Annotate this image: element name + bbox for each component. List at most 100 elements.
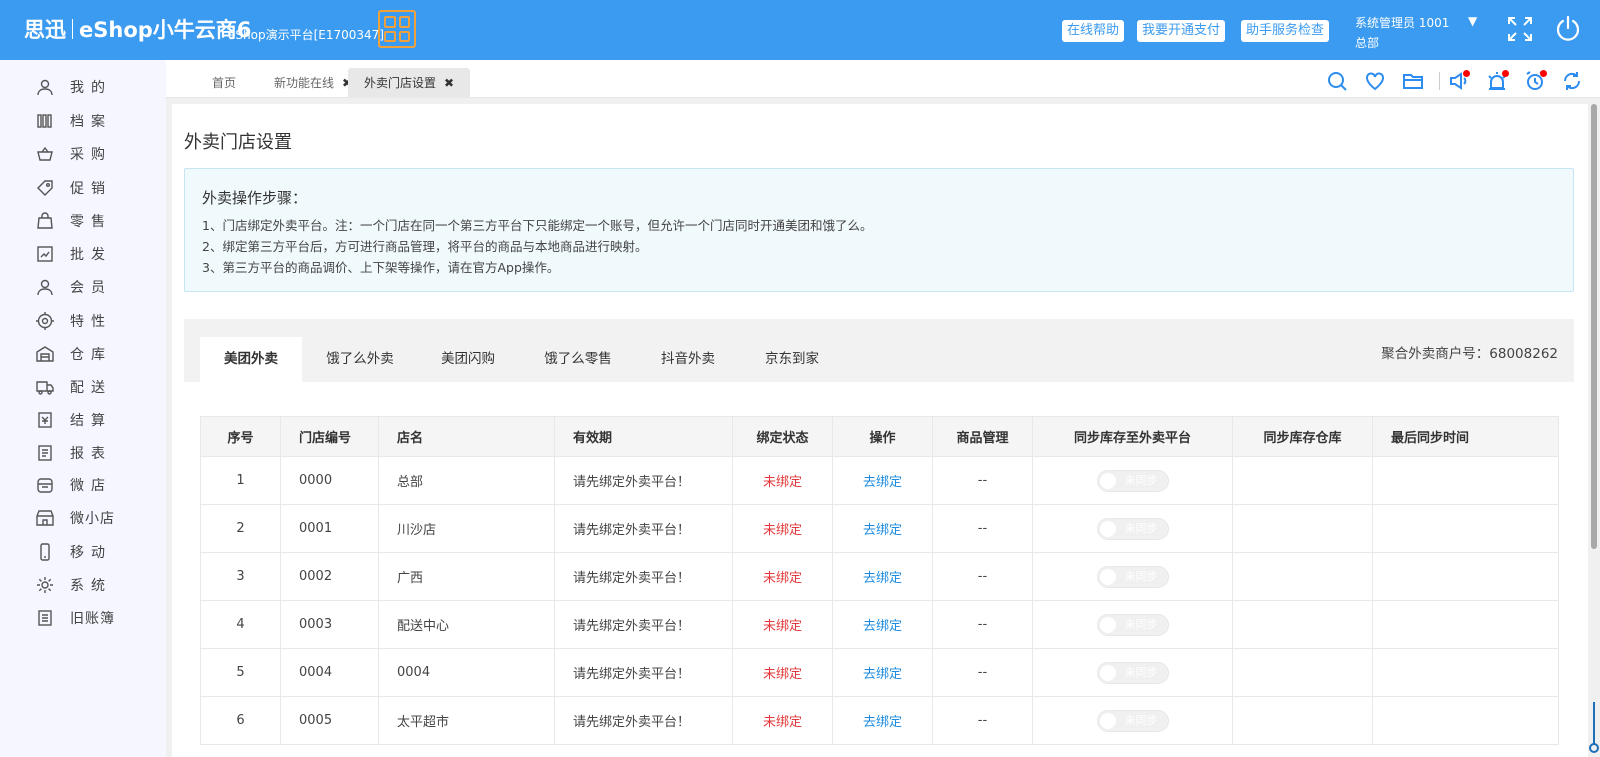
sync-toggle[interactable]: 未同步 — [1096, 709, 1169, 732]
tab-eleme-retail[interactable]: 饿了么零售 — [526, 337, 630, 382]
notice-title: 外卖操作步骤： — [202, 189, 308, 207]
sync-toggle[interactable]: 未同步 — [1096, 613, 1169, 636]
sidebar-item-warehouse[interactable]: 仓库 — [36, 343, 112, 365]
cell-last-sync — [1372, 552, 1559, 601]
column-header[interactable]: 最后同步时间 — [1372, 416, 1559, 457]
column-header[interactable]: 操作 — [832, 416, 933, 457]
power-icon[interactable] — [1553, 14, 1583, 44]
open-payment-button[interactable]: 我要开通支付 — [1137, 20, 1226, 42]
sidebar-item-member[interactable]: 会员 — [36, 276, 112, 298]
sidebar-item-promotion[interactable]: 促销 — [36, 177, 112, 199]
column-header[interactable]: 序号 — [200, 416, 281, 457]
cell-store-code: 0005 — [280, 696, 379, 745]
table-row: 5 0004 0004 请先绑定外卖平台！ 未绑定 去绑定 -- 未同步 — [200, 648, 1559, 697]
search-icon[interactable] — [1326, 70, 1348, 92]
sidebar-item-old-ledger[interactable]: 旧账簿 — [36, 607, 115, 629]
bind-link[interactable]: 去绑定 — [832, 456, 933, 505]
sidebar-item-feature[interactable]: 特性 — [36, 310, 112, 332]
sidebar-item-wholesale[interactable]: 批发 — [36, 243, 112, 265]
takeaway-steps-notice: 外卖操作步骤： 1、门店绑定外卖平台。注：一个门店在同一个第三方平台下只能绑定一… — [184, 168, 1574, 292]
cell-bind-status: 未绑定 — [732, 696, 833, 745]
content-panel: 外卖门店设置 外卖操作步骤： 1、门店绑定外卖平台。注：一个门店在同一个第三方平… — [172, 104, 1588, 757]
fullscreen-icon[interactable] — [1505, 14, 1535, 44]
sidebar-item-mine[interactable]: 我的 — [36, 76, 112, 98]
column-header[interactable]: 绑定状态 — [732, 416, 833, 457]
cell-last-sync — [1372, 456, 1559, 505]
bind-link[interactable]: 去绑定 — [832, 696, 933, 745]
scrollbar-thumb[interactable] — [1591, 104, 1597, 549]
sidebar-item-mini-store[interactable]: 微小店 — [36, 507, 115, 529]
cell-index: 3 — [200, 552, 281, 601]
notice-line: 3、第三方平台的商品调价、上下架等操作，请在官方App操作。 — [202, 260, 560, 275]
heart-icon[interactable] — [1364, 70, 1386, 92]
sidebar-item-micro-shop[interactable]: 微店 — [36, 474, 112, 496]
assistant-check-button[interactable]: 助手服务检查 — [1241, 20, 1330, 42]
sidebar-item-delivery[interactable]: 配送 — [36, 376, 112, 398]
bind-link[interactable]: 去绑定 — [832, 504, 933, 553]
cell-product-mgmt: -- — [932, 456, 1033, 505]
sidebar-item-archive[interactable]: 档案 — [36, 110, 112, 132]
brand-logo[interactable]: 思迅 eShop小牛云商6 — [24, 14, 251, 44]
sidebar-item-mobile[interactable]: 移动 — [36, 541, 112, 563]
cell-validity: 请先绑定外卖平台！ — [554, 456, 733, 505]
cell-index: 6 — [200, 696, 281, 745]
bag-icon — [37, 212, 53, 229]
tab-jd-daojia[interactable]: 京东到家 — [744, 337, 840, 382]
close-icon[interactable]: ✖ — [444, 76, 454, 90]
cell-bind-status: 未绑定 — [732, 600, 833, 649]
column-header[interactable]: 商品管理 — [932, 416, 1033, 457]
tab-eleme-takeaway[interactable]: 饿了么外卖 — [310, 337, 410, 382]
warehouse-icon — [36, 346, 54, 362]
column-header[interactable]: 有效期 — [554, 416, 733, 457]
gear-icon — [37, 577, 53, 593]
tab-home[interactable]: 首页 — [196, 68, 252, 98]
user-store: 总部 — [1355, 36, 1380, 50]
toggle-label: 未同步 — [1124, 473, 1158, 487]
sidebar-item-label: 移动 — [70, 545, 112, 561]
tab-meituan-takeaway[interactable]: 美团外卖 — [200, 337, 302, 382]
member-icon — [37, 279, 53, 296]
cell-index: 2 — [200, 504, 281, 553]
sidebar-item-system[interactable]: 系统 — [36, 574, 112, 596]
cell-bind-status: 未绑定 — [732, 504, 833, 553]
sidebar-item-label: 仓库 — [70, 347, 112, 363]
report-icon — [38, 445, 52, 461]
refresh-icon[interactable] — [1561, 70, 1583, 92]
bind-link[interactable]: 去绑定 — [832, 552, 933, 601]
sidebar-item-label: 会员 — [70, 280, 112, 296]
sidebar-item-retail[interactable]: 零售 — [36, 210, 112, 232]
books-icon — [37, 114, 52, 128]
table-row: 6 0005 太平超市 请先绑定外卖平台！ 未绑定 去绑定 -- 未同步 — [200, 696, 1559, 745]
user-name: 系统管理员 1001 — [1355, 16, 1450, 30]
cell-sync-warehouse — [1232, 504, 1373, 553]
column-header[interactable]: 同步库存至外卖平台 — [1032, 416, 1233, 457]
tab-meituan-flash[interactable]: 美团闪购 — [420, 337, 516, 382]
cell-product-mgmt: -- — [932, 600, 1033, 649]
sidebar-item-label: 促销 — [70, 181, 112, 197]
sidebar-item-label: 配送 — [70, 380, 112, 396]
column-header[interactable]: 店名 — [378, 416, 555, 457]
target-icon — [36, 312, 54, 330]
bind-link[interactable]: 去绑定 — [832, 600, 933, 649]
folder-icon[interactable] — [1402, 70, 1424, 92]
sync-toggle[interactable]: 未同步 — [1096, 469, 1169, 492]
cell-last-sync — [1372, 600, 1559, 649]
sync-toggle[interactable]: 未同步 — [1096, 517, 1169, 540]
sidebar-item-report[interactable]: 报表 — [36, 442, 112, 464]
column-header[interactable]: 同步库存仓库 — [1232, 416, 1373, 457]
sidebar-item-settlement[interactable]: 结算 — [36, 409, 112, 431]
cell-product-mgmt: -- — [932, 504, 1033, 553]
tab-douyin-takeaway[interactable]: 抖音外卖 — [640, 337, 736, 382]
user-menu-caret[interactable]: ▼ — [1468, 14, 1477, 28]
tab-takeaway-store-settings[interactable]: 外卖门店设置 ✖ — [348, 68, 471, 98]
sidebar-item-purchase[interactable]: 采购 — [36, 143, 112, 165]
cell-validity: 请先绑定外卖平台！ — [554, 696, 733, 745]
sync-toggle[interactable]: 未同步 — [1096, 565, 1169, 588]
qr-code-icon[interactable] — [378, 10, 416, 48]
bind-link[interactable]: 去绑定 — [832, 648, 933, 697]
column-header[interactable]: 门店编号 — [280, 416, 379, 457]
online-help-button[interactable]: 在线帮助 — [1062, 20, 1125, 42]
user-info[interactable]: 系统管理员 1001 总部 — [1355, 13, 1449, 53]
toggle-knob — [1099, 472, 1116, 489]
sync-toggle[interactable]: 未同步 — [1096, 661, 1169, 684]
